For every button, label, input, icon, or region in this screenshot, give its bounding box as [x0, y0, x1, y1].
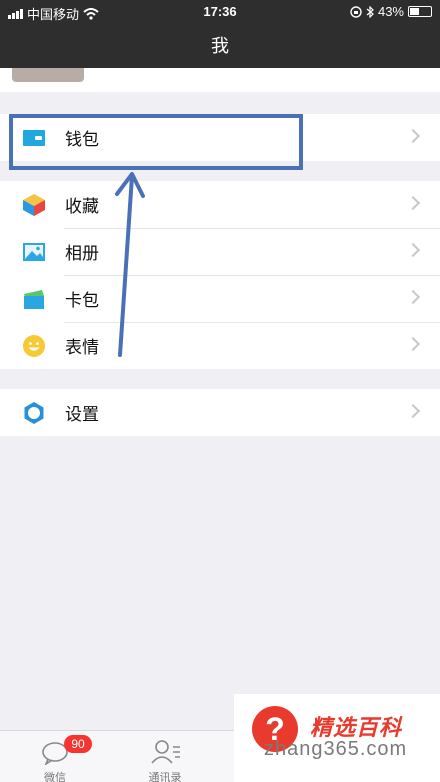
- watermark-url: zhang365.com: [264, 738, 408, 760]
- contacts-icon: [151, 740, 180, 764]
- tutorial-arrow: [115, 172, 145, 357]
- tab-label: 通讯录: [148, 772, 182, 782]
- watermark: ? 精选百科 zhang365.com: [234, 694, 440, 782]
- tab-chats[interactable]: 90 微信: [0, 731, 110, 782]
- tab-label: 微信: [44, 772, 66, 782]
- tab-contacts[interactable]: 通讯录: [110, 731, 220, 782]
- unread-badge: 90: [64, 735, 92, 753]
